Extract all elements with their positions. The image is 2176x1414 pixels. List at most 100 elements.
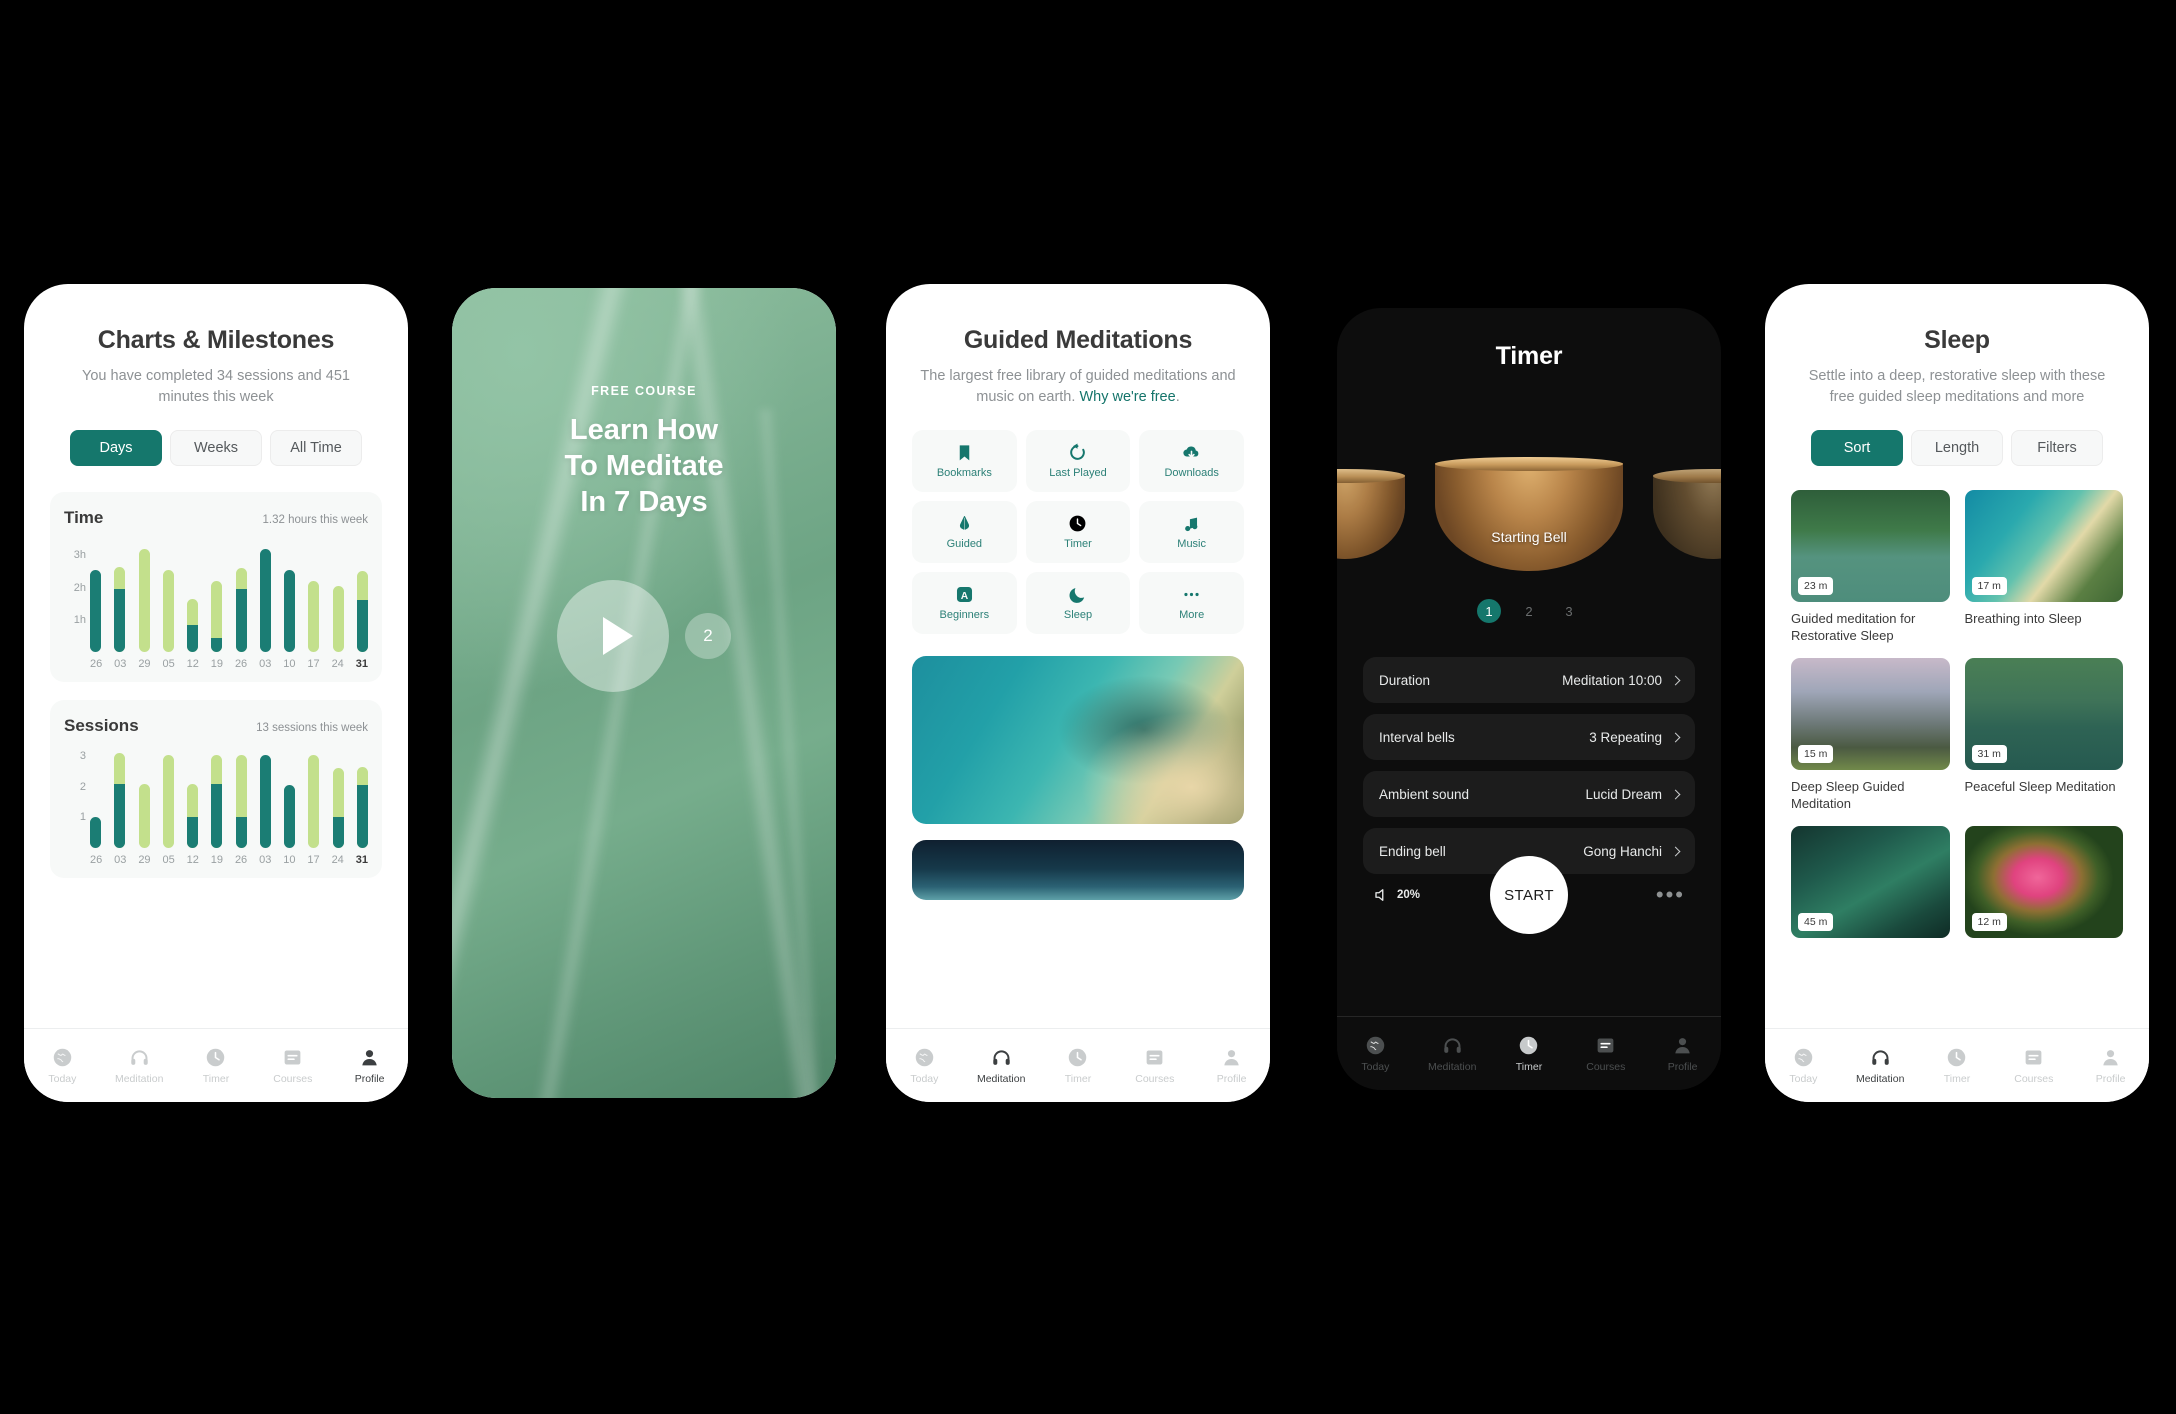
setting-row-ambient-sound[interactable]: Ambient sound Lucid Dream [1363,771,1695,817]
grid-item-timer[interactable]: Timer [1025,501,1131,563]
sleep-card[interactable]: 23 m Guided meditation for Restorative S… [1791,490,1950,644]
bar-completed-segment [114,783,126,848]
next-lesson-badge[interactable]: 2 [685,613,731,659]
tab-profile[interactable]: Profile [1644,1035,1721,1073]
course-headline-line-3: In 7 Days [580,486,708,518]
segment-length[interactable]: Length [1911,430,2003,466]
featured-photo-ocean[interactable] [912,656,1244,824]
chevron-right-icon [1670,675,1681,685]
volume-control[interactable]: 20% [1373,886,1420,904]
segment-sort[interactable]: Sort [1811,430,1903,466]
tab-courses[interactable]: Courses [1116,1047,1193,1085]
tab-meditation[interactable]: Meditation [1414,1035,1491,1073]
tab-today[interactable]: Today [1337,1035,1414,1073]
tab-today[interactable]: Today [1765,1047,1842,1085]
tab-timer[interactable]: Timer [1919,1047,1996,1085]
page-title: Guided Meditations [963,326,1193,354]
page-title: Sleep [1924,326,1990,354]
tab-timer[interactable]: Timer [1491,1035,1568,1073]
grid-item-music[interactable]: Music [1139,501,1244,563]
segment-weeks[interactable]: Weeks [170,430,262,466]
tab-courses[interactable]: Courses [1995,1047,2072,1085]
x-tick-label: 29 [138,658,151,670]
pager-dot-1[interactable]: 1 [1477,599,1501,623]
letter-a-icon: A [955,585,974,604]
segment-filters[interactable]: Filters [2011,430,2103,466]
x-tick-label: 31 [355,658,368,670]
bar [235,754,247,848]
play-icon [602,617,633,655]
tab-profile[interactable]: Profile [1193,1047,1270,1085]
bar-column [90,817,101,848]
bowl-current[interactable]: Starting Bell [1435,457,1623,571]
bowl-next[interactable] [1653,469,1721,559]
grid-item-sleep[interactable]: Sleep [1025,572,1131,634]
tab-meditation[interactable]: Meditation [963,1047,1040,1085]
download-cloud-icon [1182,443,1201,462]
chevron-right-icon [1670,846,1681,856]
tab-timer[interactable]: Timer [1040,1047,1117,1085]
x-tick-label: 29 [138,854,151,866]
tab-profile[interactable]: Profile [2072,1047,2149,1085]
more-options-icon[interactable]: ••• [1656,884,1685,906]
tab-today[interactable]: Today [24,1047,101,1085]
grid-item-guided[interactable]: Guided [912,501,1017,563]
grid-item-label: Sleep [1063,609,1093,621]
featured-photo-night[interactable] [912,840,1244,900]
why-we-are-free-link[interactable]: Why we're free [1079,389,1175,405]
segment-all-time[interactable]: All Time [270,430,362,466]
clock-icon [205,1047,226,1068]
tab-courses[interactable]: Courses [1567,1035,1644,1073]
x-tick-label: 26 [234,658,248,670]
y-tick: 3 [79,750,86,763]
grid-item-last-played[interactable]: Last Played [1025,430,1131,492]
course-content: FREE COURSE Learn How To Meditate In 7 D… [452,288,836,1098]
subtitle-period: . [1175,389,1180,405]
chart-card-sessions: Sessions 13 sessions this week 123 26 03… [24,700,408,878]
grid-item-more[interactable]: More [1139,572,1244,634]
bar [90,569,101,652]
tabbar-phone4: Today Meditation Timer Courses Profile [1337,1016,1721,1090]
sessions-bar-chart: 1 2 3 [64,744,368,848]
setting-row-duration[interactable]: Duration Meditation 10:00 [1363,657,1695,703]
tab-timer[interactable]: Timer [178,1047,255,1085]
grid-item-label: Bookmarks [936,467,992,479]
y-tick: 2 [79,780,86,793]
courses-icon [2023,1047,2044,1068]
x-tick-label: 19 [210,854,224,866]
chart-title-sessions: Sessions [64,716,139,735]
sleep-card[interactable]: 31 m Peaceful Sleep Meditation [1964,658,2123,812]
setting-row-interval-bells[interactable]: Interval bells 3 Repeating [1363,714,1695,760]
sleep-card[interactable]: 45 m [1791,826,1950,938]
segment-days[interactable]: Days [70,430,162,466]
setting-value: Meditation 10:00 [1562,673,1681,688]
grid-item-beginners[interactable]: A Beginners [912,572,1017,634]
sleep-card[interactable]: 17 m Breathing into Sleep [1964,490,2123,644]
bar [356,766,368,848]
bar-column [162,754,174,848]
sleep-card[interactable]: 15 m Deep Sleep Guided Meditation [1791,658,1950,812]
tab-label: Courses [1135,1072,1175,1085]
x-tick-label: 19 [210,658,224,670]
bar [114,753,126,848]
bar-completed-segment [259,754,271,848]
sleep-card[interactable]: 12 m [1964,826,2123,938]
start-button[interactable]: START [1490,856,1568,934]
tab-profile[interactable]: Profile [331,1047,408,1085]
tab-today[interactable]: Today [886,1047,963,1085]
bell-carousel[interactable]: Starting Bell [1337,435,1721,595]
tab-meditation[interactable]: Meditation [101,1047,178,1085]
globe-icon [914,1047,935,1068]
tab-meditation[interactable]: Meditation [1842,1047,1919,1085]
bar [259,754,271,848]
course-headline: Learn How To Meditate In 7 Days [565,412,724,520]
play-button[interactable] [557,580,669,692]
bar [211,754,223,848]
grid-item-bookmarks[interactable]: Bookmarks [912,430,1017,492]
bar-column [235,568,247,652]
pager-dot-2[interactable]: 2 [1517,599,1541,623]
bowl-previous[interactable] [1337,469,1405,559]
grid-item-downloads[interactable]: Downloads [1139,430,1244,492]
pager-dot-3[interactable]: 3 [1557,599,1581,623]
tab-courses[interactable]: Courses [254,1047,331,1085]
